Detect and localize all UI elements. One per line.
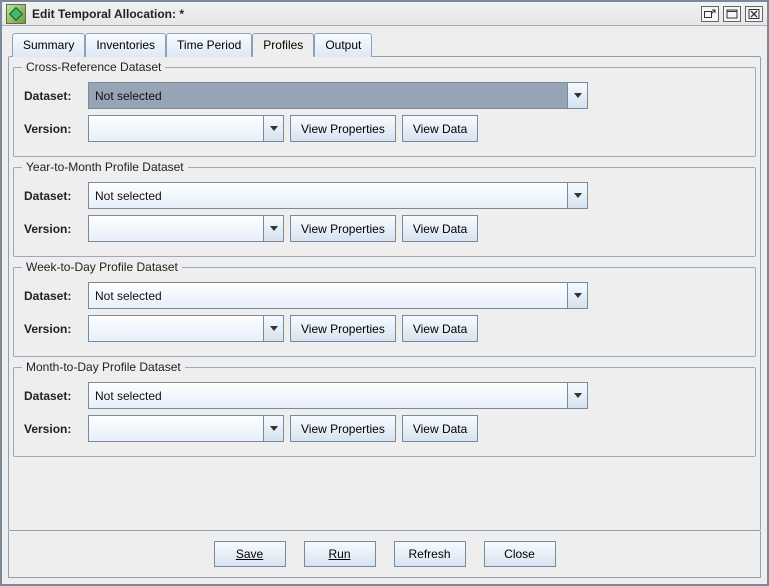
- label-version: Version:: [24, 322, 82, 336]
- group-week-to-day: Week-to-Day Profile Dataset Dataset: Not…: [13, 267, 756, 357]
- row-version: Version: View Properties View Data: [24, 115, 745, 142]
- close-button[interactable]: Close: [484, 541, 556, 567]
- dataset-combo[interactable]: Not selected: [88, 82, 588, 109]
- version-combo[interactable]: [88, 415, 284, 442]
- row-version: Version: View Properties View Data: [24, 415, 745, 442]
- chevron-down-icon[interactable]: [263, 416, 283, 441]
- view-properties-button[interactable]: View Properties: [290, 315, 396, 342]
- label-dataset: Dataset:: [24, 89, 82, 103]
- version-combo-text: [89, 316, 263, 341]
- view-properties-button[interactable]: View Properties: [290, 415, 396, 442]
- close-window-button[interactable]: [745, 6, 763, 22]
- label-version: Version:: [24, 422, 82, 436]
- version-combo[interactable]: [88, 115, 284, 142]
- client-area: Summary Inventories Time Period Profiles…: [2, 26, 767, 584]
- maximize-button[interactable]: [723, 6, 741, 22]
- refresh-button[interactable]: Refresh: [394, 541, 466, 567]
- chevron-down-icon[interactable]: [263, 216, 283, 241]
- version-combo[interactable]: [88, 215, 284, 242]
- label-version: Version:: [24, 222, 82, 236]
- save-button[interactable]: Save: [214, 541, 286, 567]
- view-data-button[interactable]: View Data: [402, 315, 478, 342]
- label-dataset: Dataset:: [24, 189, 82, 203]
- version-combo-text: [89, 216, 263, 241]
- tabstrip-wrap: Summary Inventories Time Period Profiles…: [8, 32, 761, 56]
- maximize-icon: [726, 9, 738, 19]
- row-dataset: Dataset: Not selected: [24, 382, 745, 409]
- dataset-combo-text: Not selected: [89, 383, 567, 408]
- version-combo-text: [89, 416, 263, 441]
- chevron-down-icon[interactable]: [567, 183, 587, 208]
- view-properties-button[interactable]: View Properties: [290, 215, 396, 242]
- row-version: Version: View Properties View Data: [24, 315, 745, 342]
- window-controls: [701, 6, 763, 22]
- dataset-combo-text: Not selected: [89, 183, 567, 208]
- app-icon: [6, 4, 26, 24]
- window-title: Edit Temporal Allocation: *: [32, 7, 701, 21]
- version-combo[interactable]: [88, 315, 284, 342]
- tab-page-profiles: Cross-Reference Dataset Dataset: Not sel…: [8, 56, 761, 531]
- view-data-button[interactable]: View Data: [402, 415, 478, 442]
- chevron-down-icon[interactable]: [263, 116, 283, 141]
- chevron-down-icon[interactable]: [263, 316, 283, 341]
- dataset-combo[interactable]: Not selected: [88, 182, 588, 209]
- dataset-combo[interactable]: Not selected: [88, 382, 588, 409]
- chevron-down-icon[interactable]: [567, 83, 587, 108]
- label-version: Version:: [24, 122, 82, 136]
- tab-summary[interactable]: Summary: [12, 33, 85, 57]
- row-version: Version: View Properties View Data: [24, 215, 745, 242]
- dialog-window: Edit Temporal Allocation: *: [0, 0, 769, 586]
- view-properties-button[interactable]: View Properties: [290, 115, 396, 142]
- detach-icon: [704, 9, 716, 19]
- group-year-to-month: Year-to-Month Profile Dataset Dataset: N…: [13, 167, 756, 257]
- label-dataset: Dataset:: [24, 289, 82, 303]
- group-cross-reference: Cross-Reference Dataset Dataset: Not sel…: [13, 67, 756, 157]
- group-title: Year-to-Month Profile Dataset: [22, 160, 188, 174]
- dataset-combo-text: Not selected: [89, 283, 567, 308]
- tab-time-period[interactable]: Time Period: [166, 33, 252, 57]
- button-bar: Save Run Refresh Close: [8, 531, 761, 578]
- titlebar[interactable]: Edit Temporal Allocation: *: [2, 2, 767, 26]
- dataset-combo-text: Not selected: [89, 83, 567, 108]
- row-dataset: Dataset: Not selected: [24, 82, 745, 109]
- tab-output[interactable]: Output: [314, 33, 372, 57]
- group-title: Week-to-Day Profile Dataset: [22, 260, 182, 274]
- detach-button[interactable]: [701, 6, 719, 22]
- tab-inventories[interactable]: Inventories: [85, 33, 166, 57]
- tab-profiles[interactable]: Profiles: [252, 33, 314, 57]
- version-combo-text: [89, 116, 263, 141]
- group-month-to-day: Month-to-Day Profile Dataset Dataset: No…: [13, 367, 756, 457]
- group-title: Month-to-Day Profile Dataset: [22, 360, 185, 374]
- row-dataset: Dataset: Not selected: [24, 182, 745, 209]
- label-dataset: Dataset:: [24, 389, 82, 403]
- dataset-combo[interactable]: Not selected: [88, 282, 588, 309]
- group-title: Cross-Reference Dataset: [22, 60, 165, 74]
- chevron-down-icon[interactable]: [567, 383, 587, 408]
- chevron-down-icon[interactable]: [567, 283, 587, 308]
- view-data-button[interactable]: View Data: [402, 215, 478, 242]
- row-dataset: Dataset: Not selected: [24, 282, 745, 309]
- tabstrip: Summary Inventories Time Period Profiles…: [12, 32, 761, 56]
- close-icon: [748, 9, 760, 19]
- view-data-button[interactable]: View Data: [402, 115, 478, 142]
- run-button[interactable]: Run: [304, 541, 376, 567]
